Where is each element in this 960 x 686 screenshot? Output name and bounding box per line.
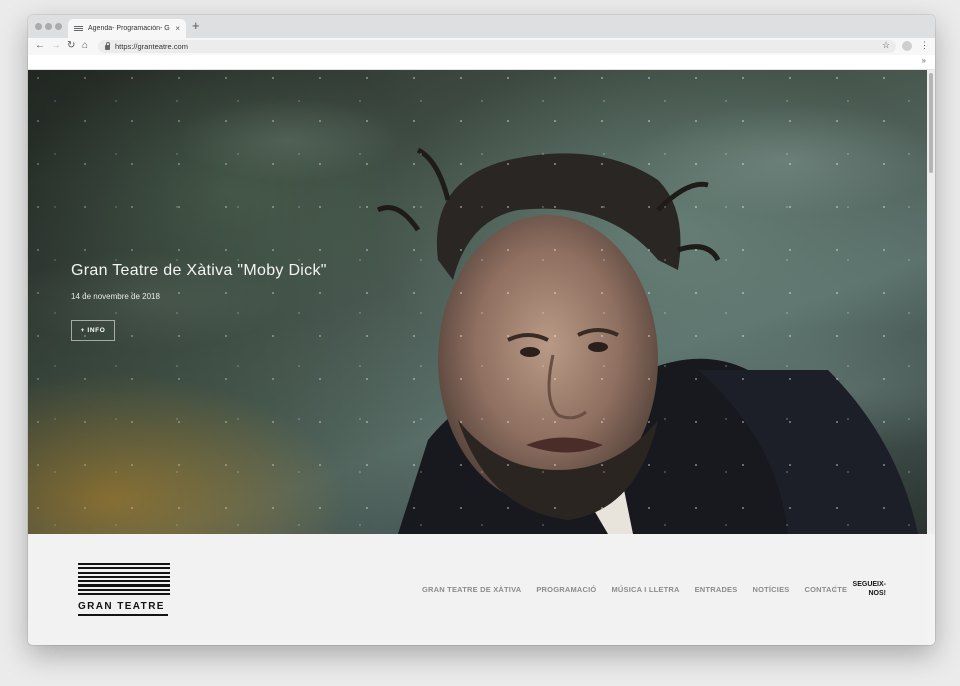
scrollbar-thumb[interactable] [929,73,933,173]
forward-arrow-icon[interactable]: → [51,40,61,52]
site-favicon-icon [74,25,83,32]
hero-shade [28,70,927,534]
bookmarks-overflow-icon[interactable]: » [922,56,926,65]
logo-text: GRAN TEATRE [78,601,165,613]
logo-underline [78,614,168,616]
nav-link-contacte[interactable]: CONTACTE [805,585,848,594]
back-arrow-icon[interactable]: ← [35,40,45,52]
tab-agenda[interactable]: Agenda- Programación- Gran Teatre × [68,19,186,38]
hero-slide: Gran Teatre de Xàtiva "Moby Dick" 14 de … [28,70,927,534]
page-viewport: Gran Teatre de Xàtiva "Moby Dick" 14 de … [28,70,935,645]
hero-title: Gran Teatre de Xàtiva "Moby Dick" [71,262,327,279]
logo-stripe [78,563,170,566]
lock-icon[interactable] [105,42,110,50]
tab-title: Agenda- Programación- Gran Teatre [88,25,170,32]
bookmarks-bar: » [28,55,935,70]
tab-strip: Agenda- Programación- Gran Teatre × + [28,15,935,38]
close-window-button[interactable] [35,23,42,30]
nav-link-gran-teatre[interactable]: GRAN TEATRE DE XÀTIVA [422,585,521,594]
minimize-window-button[interactable] [45,23,52,30]
bookmark-star-icon[interactable]: ☆ [882,40,890,51]
logo-stripe [78,588,170,591]
new-tab-button[interactable]: + [192,19,200,33]
nav-link-programacio[interactable]: PROGRAMACIÓ [536,585,596,594]
address-bar[interactable]: https://granteatre.com [98,40,896,53]
more-info-button[interactable]: + INFO [71,320,115,341]
follow-us-link[interactable]: SEGUEIX-NOS! [846,580,886,598]
logo-stripe [78,567,170,570]
logo-stripe [78,580,170,583]
hero-date: 14 de novembre de 2018 [71,292,160,301]
main-navigation: GRAN TEATRE DE XÀTIVA PROGRAMACIÓ MÚSICA… [422,585,847,594]
logo-stripe [78,584,170,587]
logo-stripe [78,575,170,579]
nav-divider: / [834,584,837,593]
tab-close-icon[interactable]: × [175,24,180,33]
site-header-nav: GRAN TEATRE GRAN TEATRE DE XÀTIVA PROGRA… [28,534,927,645]
vertical-scrollbar[interactable] [927,70,935,534]
home-icon[interactable]: ⌂ [82,40,88,52]
logo-stripe [78,571,170,574]
browser-toolbar: ← → ↻ ⌂ https://granteatre.com ☆ ⋮ [28,38,935,55]
reload-icon[interactable]: ↻ [67,40,75,52]
nav-link-noticies[interactable]: NOTÍCIES [752,585,789,594]
maximize-window-button[interactable] [55,23,62,30]
nav-link-musica-i-lletra[interactable]: MÚSICA I LLETRA [611,585,679,594]
logo-stripe [78,592,170,596]
profile-avatar-icon[interactable] [902,41,912,51]
gran-teatre-logo[interactable]: GRAN TEATRE [78,563,170,616]
browser-window: Agenda- Programación- Gran Teatre × + ← … [28,15,935,645]
browser-menu-icon[interactable]: ⋮ [920,39,929,51]
url-text[interactable]: https://granteatre.com [115,42,188,51]
nav-link-entrades[interactable]: ENTRADES [695,585,738,594]
